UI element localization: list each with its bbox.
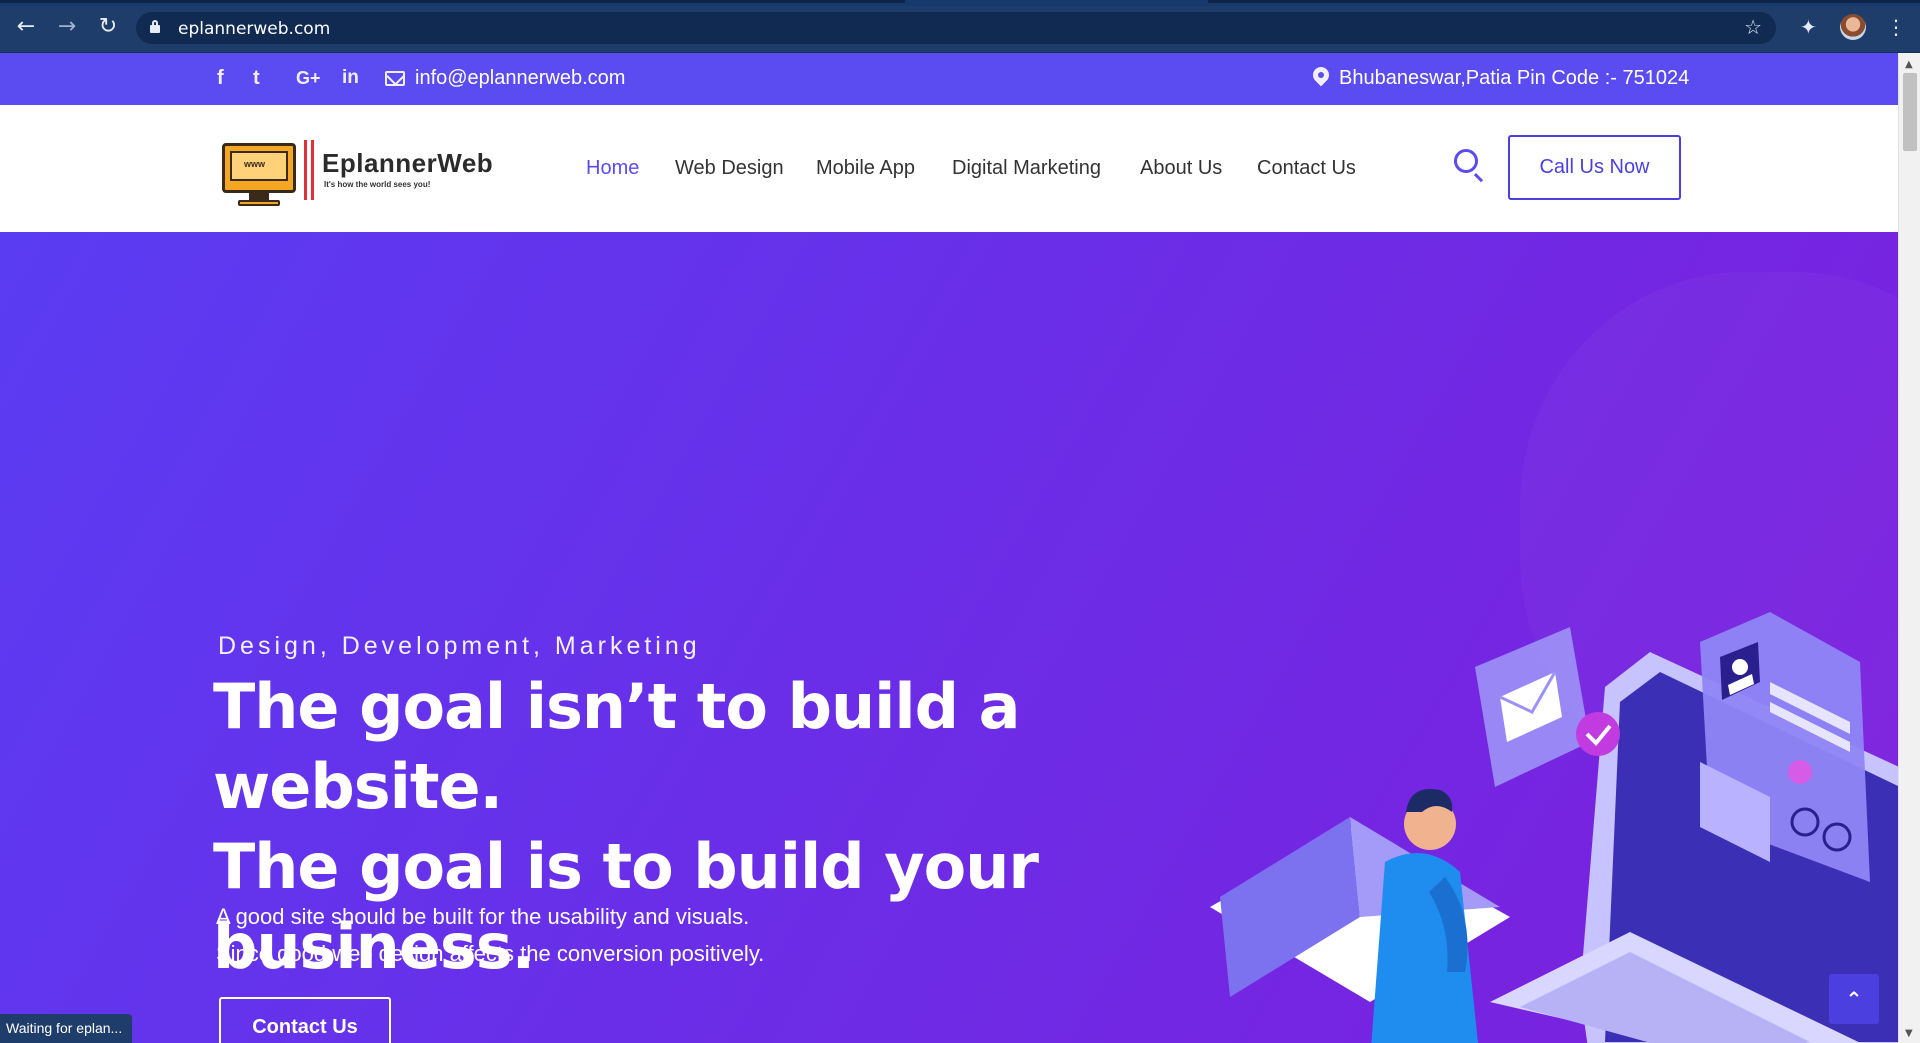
hero-section: Design, Development, Marketing The goal … <box>0 232 1898 1043</box>
logo-divider-bars <box>304 140 314 200</box>
logo-monitor-screen <box>230 151 288 181</box>
browser-status-text: Waiting for eplan... <box>0 1014 133 1043</box>
contact-us-button[interactable]: Contact Us <box>219 997 391 1043</box>
description-line-2: Since good web design affects the conver… <box>216 941 765 966</box>
lock-body <box>150 25 160 33</box>
menu-item-digital-marketing[interactable]: Digital Marketing <box>952 157 1101 180</box>
page-scrollbar[interactable]: ▲ ▼ <box>1898 53 1920 1043</box>
site-logo[interactable]: EplannerWeb It's how the world sees you! <box>222 138 497 208</box>
map-pin-icon <box>1309 63 1333 87</box>
illustration-mail-card <box>1475 627 1620 787</box>
linkedin-icon[interactable]: in <box>342 66 359 90</box>
scrollbar-thumb[interactable] <box>1903 73 1917 151</box>
logo-monitor-icon <box>222 143 296 193</box>
tab-line <box>0 0 905 3</box>
envelope-icon <box>385 71 405 86</box>
call-us-now-button[interactable]: Call Us Now <box>1508 135 1681 200</box>
tab-strip <box>0 0 1920 6</box>
hero-illustration <box>1210 612 1898 1043</box>
reload-button[interactable]: ↻ <box>94 13 122 41</box>
site-header: EplannerWeb It's how the world sees you!… <box>0 105 1898 232</box>
back-button[interactable]: ← <box>12 13 40 41</box>
back-to-top-button[interactable]: ⌃ <box>1829 974 1879 1024</box>
facebook-icon[interactable]: f <box>217 66 224 90</box>
lock-icon[interactable] <box>150 20 160 33</box>
logo-tagline: It's how the world sees you! <box>324 180 431 189</box>
illustration-person <box>1371 788 1478 1043</box>
scroll-down-arrow-icon[interactable]: ▼ <box>1905 1028 1913 1039</box>
address-text: Bhubaneswar,Patia Pin Code :- 751024 <box>1339 67 1690 89</box>
contact-topbar: f t G+ in info@eplannerweb.com Bhubanesw… <box>0 53 1898 105</box>
extensions-icon[interactable]: ✦ <box>1800 12 1817 42</box>
email-link[interactable]: info@eplannerweb.com <box>415 67 625 90</box>
menu-item-mobile-app[interactable]: Mobile App <box>816 157 915 180</box>
bookmark-star-icon[interactable]: ☆ <box>1744 15 1762 39</box>
description-line-1: A good site should be built for the usab… <box>216 904 750 929</box>
logo-name: EplannerWeb <box>322 148 494 178</box>
profile-avatar[interactable] <box>1840 14 1866 40</box>
url-text[interactable]: eplannerweb.com <box>178 19 330 39</box>
google-plus-icon[interactable]: G+ <box>296 66 321 90</box>
menu-item-home[interactable]: Home <box>586 157 639 180</box>
address-bar[interactable]: eplannerweb.com ☆ <box>136 12 1776 44</box>
tab-line <box>1208 0 1920 3</box>
hero-eyebrow: Design, Development, Marketing <box>218 632 701 660</box>
twitter-icon[interactable]: t <box>253 66 260 90</box>
menu-item-contact-us[interactable]: Contact Us <box>1257 157 1356 180</box>
scroll-up-arrow-icon[interactable]: ▲ <box>1905 59 1913 70</box>
menu-item-about-us[interactable]: About Us <box>1140 157 1222 180</box>
forward-button[interactable]: → <box>53 13 81 41</box>
headline-line-2: The goal is to build your <box>213 830 1039 903</box>
web-page: f t G+ in info@eplannerweb.com Bhubanesw… <box>0 53 1898 1043</box>
search-icon[interactable] <box>1454 149 1478 173</box>
browser-toolbar: ← → ↻ eplannerweb.com ☆ ✦ ⋮ <box>0 0 1920 53</box>
menu-item-web-design[interactable]: Web Design <box>675 157 784 180</box>
hero-description: A good site should be built for the usab… <box>216 898 764 972</box>
logo-monitor-base <box>238 200 280 206</box>
browser-menu-icon[interactable]: ⋮ <box>1886 12 1906 42</box>
headline-line-1: The goal isn’t to build a website. <box>213 670 1020 823</box>
